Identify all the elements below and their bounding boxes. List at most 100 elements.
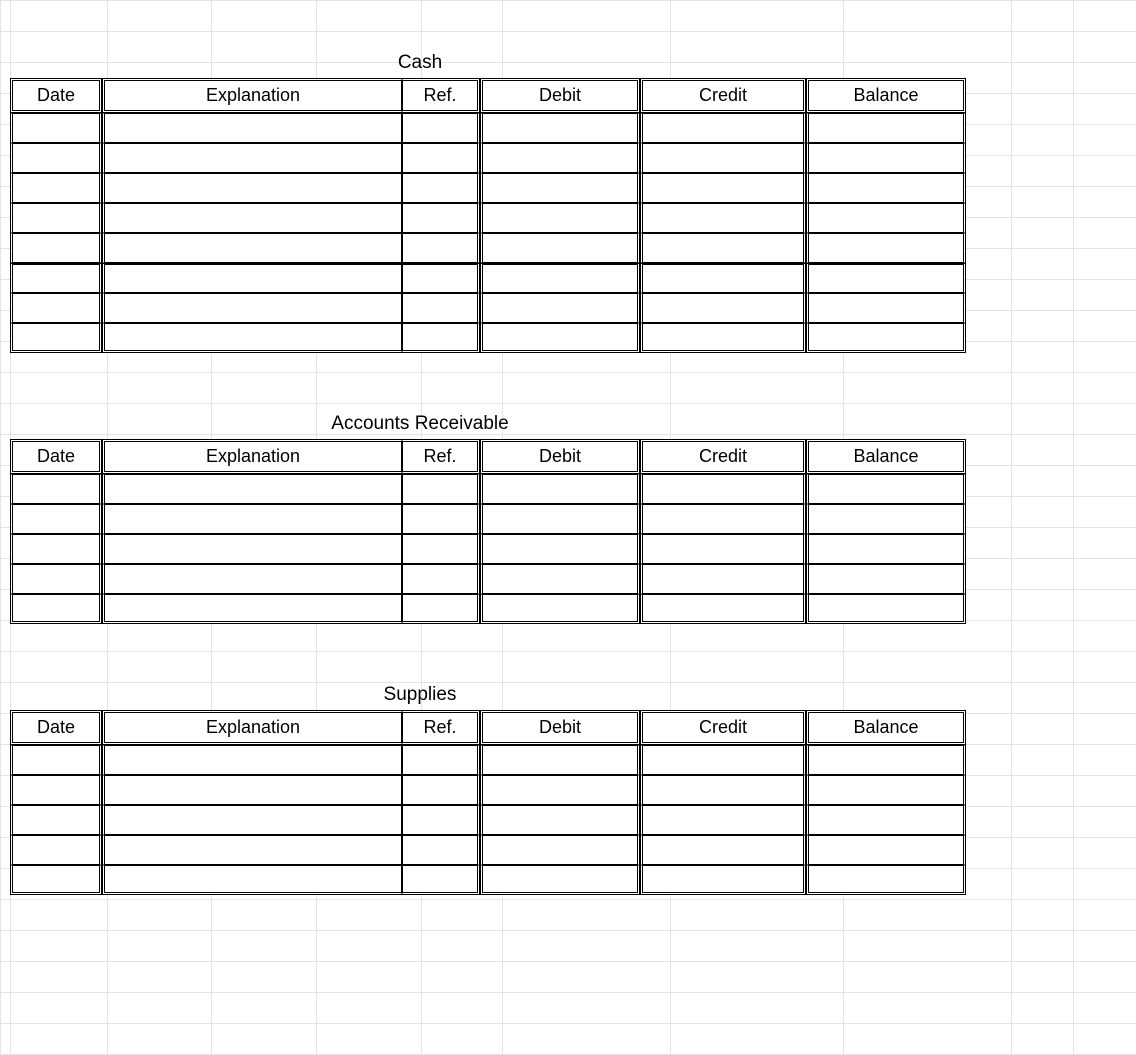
cell-balance[interactable] [806,594,966,624]
table-row[interactable] [10,594,966,624]
cell-credit[interactable] [640,203,806,233]
cell-balance[interactable] [806,564,966,594]
cell-ref[interactable] [402,113,480,143]
cell-explanation[interactable] [102,474,402,504]
cell-ref[interactable] [402,504,480,534]
cell-credit[interactable] [640,323,806,353]
cell-balance[interactable] [806,173,966,203]
cell-explanation[interactable] [102,534,402,564]
cell-explanation[interactable] [102,203,402,233]
cell-credit[interactable] [640,745,806,775]
cell-ref[interactable] [402,534,480,564]
cell-credit[interactable] [640,865,806,895]
cell-date[interactable] [10,564,102,594]
cell-balance[interactable] [806,203,966,233]
table-row[interactable] [10,745,966,775]
cell-debit[interactable] [480,504,640,534]
cell-ref[interactable] [402,173,480,203]
cell-date[interactable] [10,835,102,865]
cell-ref[interactable] [402,203,480,233]
cell-credit[interactable] [640,173,806,203]
cell-credit[interactable] [640,504,806,534]
cell-debit[interactable] [480,805,640,835]
cell-credit[interactable] [640,564,806,594]
table-row[interactable] [10,263,966,293]
cell-balance[interactable] [806,805,966,835]
table-row[interactable] [10,865,966,895]
cell-debit[interactable] [480,233,640,263]
cell-credit[interactable] [640,293,806,323]
cell-credit[interactable] [640,594,806,624]
cell-explanation[interactable] [102,835,402,865]
cell-balance[interactable] [806,293,966,323]
cell-ref[interactable] [402,474,480,504]
cell-date[interactable] [10,504,102,534]
cell-date[interactable] [10,775,102,805]
cell-debit[interactable] [480,775,640,805]
cell-ref[interactable] [402,865,480,895]
cell-date[interactable] [10,143,102,173]
cell-credit[interactable] [640,835,806,865]
cell-explanation[interactable] [102,594,402,624]
cell-balance[interactable] [806,745,966,775]
cell-credit[interactable] [640,113,806,143]
cell-date[interactable] [10,534,102,564]
cell-debit[interactable] [480,835,640,865]
table-row[interactable] [10,835,966,865]
cell-credit[interactable] [640,474,806,504]
table-row[interactable] [10,113,966,143]
cell-explanation[interactable] [102,775,402,805]
cell-date[interactable] [10,233,102,263]
cell-balance[interactable] [806,263,966,293]
cell-explanation[interactable] [102,323,402,353]
cell-explanation[interactable] [102,293,402,323]
cell-debit[interactable] [480,263,640,293]
cell-balance[interactable] [806,865,966,895]
cell-debit[interactable] [480,143,640,173]
cell-debit[interactable] [480,865,640,895]
cell-ref[interactable] [402,564,480,594]
cell-credit[interactable] [640,263,806,293]
cell-debit[interactable] [480,323,640,353]
cell-date[interactable] [10,594,102,624]
cell-debit[interactable] [480,173,640,203]
cell-explanation[interactable] [102,233,402,263]
cell-date[interactable] [10,203,102,233]
cell-balance[interactable] [806,504,966,534]
cell-debit[interactable] [480,745,640,775]
cell-explanation[interactable] [102,113,402,143]
cell-balance[interactable] [806,323,966,353]
cell-credit[interactable] [640,775,806,805]
table-row[interactable] [10,203,966,233]
cell-debit[interactable] [480,534,640,564]
table-row[interactable] [10,805,966,835]
cell-date[interactable] [10,865,102,895]
cell-explanation[interactable] [102,173,402,203]
cell-ref[interactable] [402,775,480,805]
cell-balance[interactable] [806,233,966,263]
cell-date[interactable] [10,293,102,323]
cell-date[interactable] [10,173,102,203]
table-row[interactable] [10,775,966,805]
cell-balance[interactable] [806,474,966,504]
cell-debit[interactable] [480,293,640,323]
cell-ref[interactable] [402,835,480,865]
cell-explanation[interactable] [102,865,402,895]
cell-balance[interactable] [806,775,966,805]
cell-date[interactable] [10,745,102,775]
cell-date[interactable] [10,263,102,293]
table-row[interactable] [10,143,966,173]
table-row[interactable] [10,534,966,564]
cell-explanation[interactable] [102,143,402,173]
cell-credit[interactable] [640,143,806,173]
cell-explanation[interactable] [102,263,402,293]
cell-debit[interactable] [480,594,640,624]
cell-date[interactable] [10,323,102,353]
cell-ref[interactable] [402,263,480,293]
table-row[interactable] [10,293,966,323]
cell-balance[interactable] [806,143,966,173]
cell-date[interactable] [10,113,102,143]
cell-explanation[interactable] [102,564,402,594]
cell-ref[interactable] [402,323,480,353]
cell-explanation[interactable] [102,745,402,775]
